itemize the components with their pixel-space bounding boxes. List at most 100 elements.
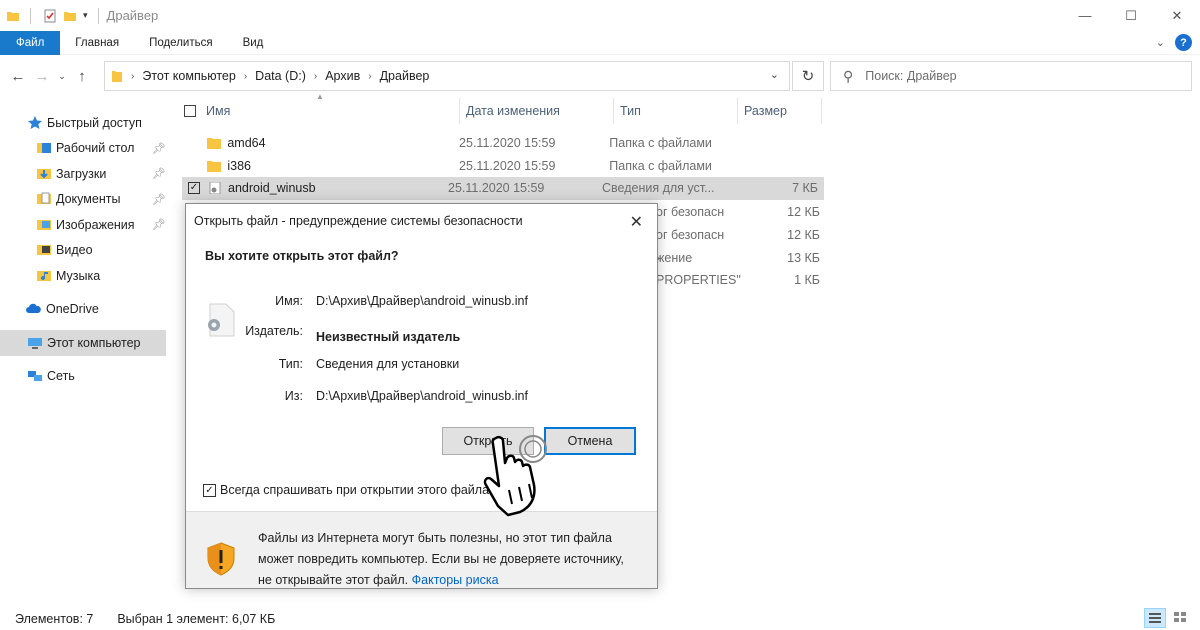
nav-item-videos[interactable]: Видео: [0, 238, 170, 264]
security-warning-dialog: Открыть файл - предупреждение системы бе…: [185, 203, 658, 589]
expand-ribbon-icon[interactable]: ⌄: [1156, 36, 1165, 49]
selection-info: Выбран 1 элемент: 6,07 КБ: [117, 612, 276, 626]
checkbox-checked-icon[interactable]: ✓: [203, 483, 216, 497]
toolbar-separator: [97, 7, 99, 24]
column-date[interactable]: Дата изменения: [460, 98, 614, 124]
breadcrumb: › Этот компьютер › Data (D:) › Архив › Д…: [131, 69, 429, 83]
nav-item-this-pc[interactable]: Этот компьютер: [0, 330, 166, 356]
publisher-label: Издатель:: [245, 324, 303, 338]
type-value: Сведения для установки: [316, 357, 460, 371]
dialog-question: Вы хотите открыть этот файл?: [205, 249, 399, 263]
pin-icon[interactable]: 📌︎: [152, 142, 166, 155]
row-checkbox[interactable]: ✓: [188, 182, 200, 195]
chevron-right-icon: ›: [131, 70, 135, 82]
nav-label: Музыка: [56, 268, 101, 283]
file-size: 13 КБ: [787, 251, 820, 265]
back-icon[interactable]: ←: [6, 61, 30, 91]
nav-item-network[interactable]: Сеть: [0, 364, 170, 390]
pin-icon[interactable]: 📌︎: [152, 193, 166, 206]
tab-file[interactable]: Файл: [0, 30, 61, 55]
breadcrumb-driver[interactable]: Драйвер: [380, 69, 430, 83]
file-type-fragment: ог безопасн: [656, 228, 725, 242]
maximize-button[interactable]: ☐: [1108, 0, 1154, 31]
new-folder-icon[interactable]: [63, 9, 77, 23]
file-type: Сведения для уст...: [602, 181, 715, 196]
cancel-button[interactable]: Отмена: [544, 427, 636, 455]
breadcrumb-drive[interactable]: Data (D:): [255, 69, 306, 83]
from-label: Из:: [284, 389, 303, 403]
star-icon: [28, 115, 42, 129]
forward-icon[interactable]: →: [30, 61, 54, 91]
chevron-right-icon[interactable]: ›: [368, 71, 371, 82]
file-name: android_winusb: [228, 181, 316, 196]
customize-toolbar-icon[interactable]: ▾: [83, 10, 88, 21]
breadcrumb-archive[interactable]: Архив: [325, 69, 360, 83]
nav-item-quick-access[interactable]: Быстрый доступ: [0, 110, 170, 136]
column-type[interactable]: Тип: [614, 98, 738, 124]
navigation-pane: Быстрый доступ Рабочий стол 📌︎ Загрузки …: [0, 110, 170, 389]
status-bar: Элементов: 7 Выбран 1 элемент: 6,07 КБ: [15, 612, 275, 626]
item-count: Элементов: 7: [15, 612, 94, 626]
downloads-folder-icon: [37, 168, 51, 179]
nav-label: Загрузки: [56, 166, 107, 181]
chevron-right-icon[interactable]: ›: [244, 71, 247, 82]
always-ask-checkbox[interactable]: ✓ Всегда спрашивать при открытии этого ф…: [203, 483, 489, 497]
file-name: amd64: [227, 136, 266, 151]
file-type-fragment: ог безопасн: [656, 205, 725, 219]
nav-item-downloads[interactable]: Загрузки 📌︎: [0, 161, 170, 187]
search-icon: ⚲: [843, 67, 854, 84]
nav-item-desktop[interactable]: Рабочий стол 📌︎: [0, 136, 170, 162]
file-list: amd64 25.11.2020 15:59 Папка с файлами i…: [182, 132, 824, 200]
properties-icon[interactable]: [43, 9, 57, 23]
refresh-button[interactable]: ↻: [792, 61, 824, 91]
search-input[interactable]: ⚲ Поиск: Драйвер: [830, 61, 1192, 91]
open-button[interactable]: Открыть: [442, 427, 534, 455]
dialog-title: Открыть файл - предупреждение системы бе…: [194, 214, 523, 228]
folder-icon: [207, 138, 222, 150]
large-icons-view-icon[interactable]: [1170, 608, 1192, 628]
file-date: 25.11.2020 15:59: [448, 181, 545, 196]
help-icon[interactable]: ?: [1175, 34, 1192, 51]
name-row: Имя: D:\Архив\Драйвер\android_winusb.inf: [186, 294, 528, 308]
ribbon-right-controls: ⌄ ?: [1156, 34, 1192, 51]
close-icon[interactable]: ✕: [630, 212, 643, 232]
chevron-right-icon[interactable]: ›: [314, 71, 317, 82]
file-row-selected[interactable]: ✓ android_winusb 25.11.2020 15:59 Сведен…: [182, 177, 824, 200]
tab-share[interactable]: Поделиться: [134, 31, 228, 55]
title-bar: ▾ Драйвер — ☐ ✕: [0, 0, 1200, 31]
file-row[interactable]: amd64 25.11.2020 15:59 Папка с файлами: [182, 132, 824, 155]
nav-item-onedrive[interactable]: OneDrive: [0, 297, 170, 323]
folder-icon: [207, 160, 222, 172]
file-type: Папка с файлами: [609, 158, 712, 173]
address-bar[interactable]: › Этот компьютер › Data (D:) › Архив › Д…: [104, 61, 790, 91]
column-name[interactable]: Имя: [200, 98, 460, 124]
minimize-button[interactable]: —: [1062, 0, 1108, 31]
risk-factors-link[interactable]: Факторы риска: [412, 573, 499, 587]
file-row[interactable]: i386 25.11.2020 15:59 Папка с файлами: [182, 155, 824, 178]
quick-access-toolbar: ▾: [0, 0, 105, 31]
column-headers: Имя Дата изменения Тип Размер: [172, 98, 832, 124]
pin-icon[interactable]: 📌︎: [152, 218, 166, 231]
tab-home[interactable]: Главная: [60, 31, 134, 55]
pin-icon[interactable]: 📌︎: [152, 167, 166, 180]
breadcrumb-this-pc[interactable]: Этот компьютер: [142, 69, 235, 83]
close-button[interactable]: ✕: [1154, 0, 1200, 31]
always-ask-label: Всегда спрашивать при открытии этого фай…: [220, 483, 490, 497]
nav-label: Видео: [56, 243, 93, 258]
nav-item-pictures[interactable]: Изображения 📌︎: [0, 212, 170, 238]
nav-item-documents[interactable]: Документы 📌︎: [0, 187, 170, 213]
file-type-fragment: PROPERTIES": [656, 273, 741, 287]
recent-locations-icon[interactable]: ⌄: [54, 61, 70, 91]
tab-view[interactable]: Вид: [228, 31, 279, 55]
chevron-down-icon[interactable]: ⌄: [770, 68, 779, 81]
file-type: Папка с файлами: [609, 136, 712, 151]
select-all-checkbox[interactable]: [172, 98, 200, 124]
cloud-icon: [26, 304, 41, 314]
up-icon[interactable]: ↑: [70, 61, 94, 91]
nav-item-music[interactable]: Музыка: [0, 263, 170, 289]
column-size[interactable]: Размер: [738, 98, 822, 124]
details-view-icon[interactable]: [1144, 608, 1166, 628]
ribbon-tabs: Файл Главная Поделиться Вид ⌄ ?: [0, 30, 1200, 55]
nav-label: Сеть: [47, 369, 75, 384]
warning-line-text: не открывайте этот файл.: [258, 573, 409, 587]
